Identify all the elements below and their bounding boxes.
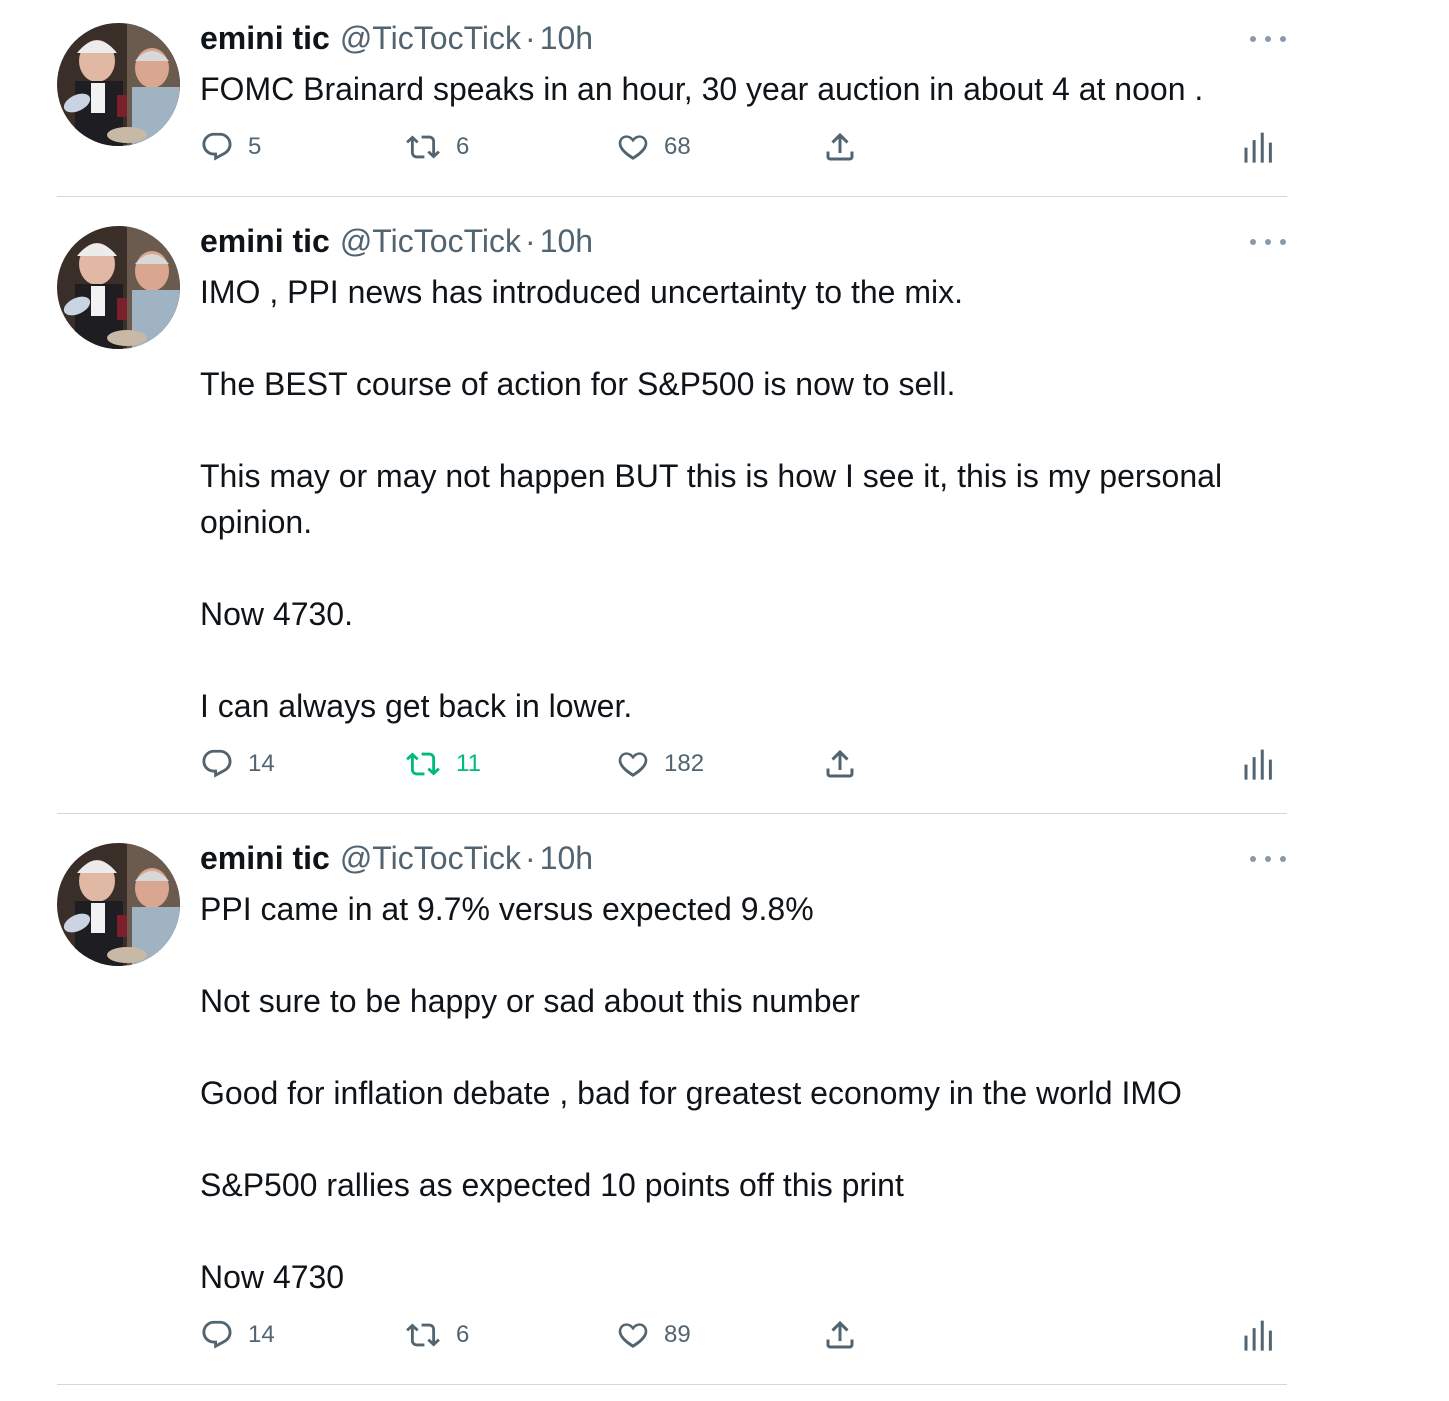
- reply-count: 14: [248, 1321, 275, 1348]
- retweet-count: 6: [456, 133, 470, 160]
- like-icon: [616, 130, 650, 164]
- like-count: 182: [664, 750, 705, 777]
- author-handle[interactable]: @TicTocTick: [340, 840, 521, 877]
- retweet-button[interactable]: 11: [404, 744, 481, 784]
- tweet-actions: 14 6 89: [200, 1315, 1280, 1355]
- tweet-actions: 5 6 68: [200, 127, 1280, 167]
- tweet-paragraph: I can always get back in lower.: [200, 688, 633, 724]
- tweet[interactable]: emini tic @TicTocTick · 10h IMO , PPI ne…: [0, 197, 1449, 814]
- author-handle[interactable]: @TicTocTick: [340, 20, 521, 57]
- reply-icon: [200, 130, 234, 164]
- reply-count: 14: [248, 750, 275, 777]
- analytics-icon: [1242, 1318, 1272, 1352]
- retweet-count: 6: [456, 1321, 470, 1348]
- share-icon: [822, 129, 858, 165]
- reply-button[interactable]: 5: [200, 127, 261, 167]
- reply-button[interactable]: 14: [200, 744, 275, 784]
- tweet-paragraph: S&P500 rallies as expected 10 points off…: [200, 1167, 904, 1203]
- share-icon: [822, 746, 858, 782]
- retweet-count: 11: [456, 750, 481, 777]
- timestamp[interactable]: 10h: [540, 223, 593, 260]
- tweet-header: emini tic @TicTocTick · 10h: [200, 221, 593, 261]
- tweet-paragraph: IMO , PPI news has introduced uncertaint…: [200, 274, 964, 310]
- tweet-paragraph: Now 4730: [200, 1259, 345, 1295]
- analytics-button[interactable]: [1242, 127, 1272, 167]
- tweet-paragraph: Now 4730.: [200, 596, 353, 632]
- share-button[interactable]: [822, 127, 858, 167]
- separator: ·: [525, 222, 536, 259]
- tweet-paragraph: The BEST course of action for S&P500 is …: [200, 366, 956, 402]
- tweet-header: emini tic @TicTocTick · 10h: [200, 838, 593, 878]
- tweet-header: emini tic @TicTocTick · 10h: [200, 18, 593, 58]
- analytics-icon: [1242, 130, 1272, 164]
- like-button[interactable]: 89: [616, 1315, 691, 1355]
- share-icon: [822, 1317, 858, 1353]
- separator: ·: [525, 19, 536, 56]
- retweet-icon: [404, 130, 442, 164]
- tweet-text: IMO , PPI news has introduced uncertaint…: [200, 269, 1290, 729]
- like-count: 68: [664, 133, 691, 160]
- tweet-actions: 14 11 182: [200, 744, 1280, 784]
- divider: [57, 1384, 1287, 1385]
- tweet-paragraph: This may or may not happen BUT this is h…: [200, 458, 1223, 540]
- retweet-icon: [404, 747, 442, 781]
- author-name[interactable]: emini tic: [200, 223, 330, 260]
- author-name[interactable]: emini tic: [200, 840, 330, 877]
- reply-count: 5: [248, 133, 262, 160]
- retweet-button[interactable]: 6: [404, 127, 469, 167]
- tweet-paragraph: Good for inflation debate , bad for grea…: [200, 1075, 1182, 1111]
- like-icon: [616, 747, 650, 781]
- avatar[interactable]: [57, 23, 180, 146]
- tweet-text: PPI came in at 9.7% versus expected 9.8%…: [200, 886, 1290, 1300]
- reply-icon: [200, 747, 234, 781]
- tweet-paragraph: PPI came in at 9.7% versus expected 9.8%: [200, 891, 814, 927]
- analytics-button[interactable]: [1242, 1315, 1272, 1355]
- share-button[interactable]: [822, 1315, 858, 1355]
- retweet-button[interactable]: 6: [404, 1315, 469, 1355]
- reply-button[interactable]: 14: [200, 1315, 275, 1355]
- more-icon[interactable]: [1250, 29, 1286, 49]
- like-icon: [616, 1318, 650, 1352]
- more-icon[interactable]: [1250, 849, 1286, 869]
- avatar[interactable]: [57, 226, 180, 349]
- more-icon[interactable]: [1250, 232, 1286, 252]
- avatar[interactable]: [57, 843, 180, 966]
- timestamp[interactable]: 10h: [540, 840, 593, 877]
- author-handle[interactable]: @TicTocTick: [340, 223, 521, 260]
- reply-icon: [200, 1318, 234, 1352]
- author-name[interactable]: emini tic: [200, 20, 330, 57]
- timestamp[interactable]: 10h: [540, 20, 593, 57]
- tweet-paragraph: Not sure to be happy or sad about this n…: [200, 983, 860, 1019]
- like-button[interactable]: 68: [616, 127, 691, 167]
- analytics-button[interactable]: [1242, 744, 1272, 784]
- tweet-paragraph: FOMC Brainard speaks in an hour, 30 year…: [200, 71, 1204, 107]
- like-count: 89: [664, 1321, 691, 1348]
- tweet[interactable]: emini tic @TicTocTick · 10h PPI came in …: [0, 814, 1449, 1386]
- retweet-icon: [404, 1318, 442, 1352]
- separator: ·: [525, 839, 536, 876]
- like-button[interactable]: 182: [616, 744, 704, 784]
- tweet-text: FOMC Brainard speaks in an hour, 30 year…: [200, 66, 1290, 112]
- share-button[interactable]: [822, 744, 858, 784]
- analytics-icon: [1242, 747, 1272, 781]
- tweet[interactable]: emini tic @TicTocTick · 10h FOMC Brainar…: [0, 0, 1449, 197]
